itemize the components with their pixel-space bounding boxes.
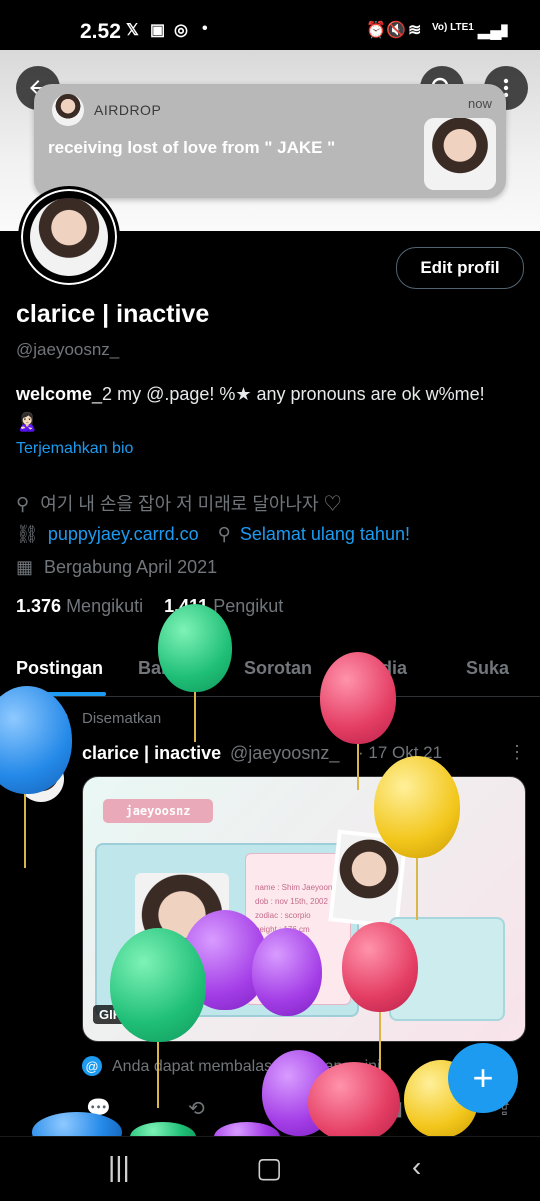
balloon-string	[357, 744, 359, 790]
post-author-handle[interactable]: @jaeyoosnz_	[230, 743, 339, 764]
website-row: ⛓ puppyjaey.carrd.co ⚲ Selamat ulang tah…	[16, 524, 410, 545]
recent-apps-button[interactable]: |||	[108, 1151, 130, 1183]
balloon-string	[379, 1012, 381, 1076]
birthday-link[interactable]: Selamat ulang tahun!	[240, 524, 410, 544]
avatar-image	[30, 198, 108, 276]
notification-app: AIRDROP	[94, 102, 162, 118]
wifi-icon: ≋	[408, 22, 422, 39]
balloon-string	[194, 692, 196, 742]
balloon-red-2	[342, 922, 418, 1012]
website-link[interactable]: puppyjaey.carrd.co	[48, 524, 199, 544]
following-count: 1.376	[16, 596, 62, 616]
notification-message: receiving lost of love from " JAKE "	[48, 138, 336, 157]
signal-icon: ▂▄	[478, 22, 502, 39]
joined-row: ▦ Bergabung April 2021	[16, 557, 217, 578]
following-label: Mengikuti	[66, 596, 144, 616]
balloon-purple-2	[252, 928, 322, 1016]
card-title: jaeyoosnz	[103, 799, 213, 823]
notification-time: now	[468, 96, 492, 111]
tab-sorotan[interactable]: Sorotan	[244, 658, 312, 679]
dot-icon: •	[202, 20, 208, 37]
news-icon: ▣	[150, 22, 166, 39]
balloon-yellow	[374, 756, 460, 858]
card-zodiac: zodiac : scorpio	[255, 911, 311, 920]
compose-button[interactable]: +	[448, 1043, 518, 1113]
birthday-icon: ⚲	[217, 524, 231, 544]
volte-label: Vo) LTE1	[432, 22, 474, 33]
link-icon: ⛓	[16, 524, 39, 544]
alarm-icon: ⏰	[366, 22, 386, 39]
profile-tabs: Postingan Balasan Sorotan Media Suka	[0, 650, 540, 697]
follow-stats: 1.376 Mengikuti 1.411 Pengikut	[16, 596, 283, 617]
location-row: ⚲ 여기 내 손을 잡아 저 미래로 달아나자 ♡	[16, 490, 342, 516]
notification-thumbnail	[424, 118, 496, 190]
username: @jaeyoosnz_	[16, 340, 120, 359]
balloon-string	[24, 794, 26, 868]
status-bar: 2.52 𝕏 ▣ ◎ • ⏰ 🔇 ≋ Vo) LTE1 ▂▄ ▮	[0, 0, 540, 50]
balloon-green	[158, 604, 232, 692]
mute-icon: 🔇	[386, 22, 406, 39]
card-name: name : Shim Jaeyoon	[255, 883, 333, 892]
notification-avatar	[52, 94, 84, 126]
post-more-icon[interactable]: ⋮	[508, 742, 526, 763]
mention-icon: @	[82, 1056, 102, 1076]
translate-bio-link[interactable]: Terjemahkan bio	[16, 440, 133, 458]
pinned-label: Disematkan	[82, 710, 162, 727]
edit-profile-button[interactable]: Edit profil	[396, 247, 524, 289]
home-button[interactable]: ▢	[256, 1151, 282, 1184]
location-text: 여기 내 손을 잡아 저 미래로 달아나자 ♡	[40, 494, 342, 514]
system-nav-bar: ||| ▢ ‹	[0, 1136, 540, 1201]
airdrop-notification[interactable]: AIRDROP now receiving lost of love from …	[34, 84, 506, 198]
bio-bold: welcome	[16, 384, 93, 404]
tab-suka[interactable]: Suka	[466, 658, 509, 679]
battery-icon: ▮	[500, 22, 509, 39]
followers-label: Pengikut	[213, 596, 284, 616]
x-icon: 𝕏	[126, 22, 139, 39]
card-dob: dob : nov 15th, 2002	[255, 897, 328, 906]
balloon-red	[320, 652, 396, 744]
bio-emoji: 🙎🏻‍♀️	[16, 412, 39, 432]
post-author-name[interactable]: clarice | inactive	[82, 743, 221, 764]
following-link[interactable]: 1.376 Mengikuti	[16, 596, 143, 616]
instagram-icon: ◎	[174, 22, 188, 39]
plus-icon: +	[472, 1057, 494, 1098]
balloon-red-3	[308, 1062, 400, 1142]
profile-avatar[interactable]	[18, 186, 120, 288]
tab-postingan[interactable]: Postingan	[16, 658, 103, 679]
balloon-string	[416, 858, 418, 920]
location-icon: ⚲	[16, 494, 30, 514]
balloon-green-2	[110, 928, 206, 1042]
display-name: clarice | inactive	[16, 300, 210, 328]
repost-icon[interactable]: ⟲	[188, 1096, 205, 1121]
calendar-icon: ▦	[16, 557, 34, 577]
joined-text: Bergabung April 2021	[44, 557, 218, 577]
bio-text: _2 my @.page! %★ any pronouns are ok w%m…	[92, 384, 485, 404]
status-time: 2.52	[80, 20, 121, 43]
balloon-string	[157, 1042, 159, 1108]
back-nav-button[interactable]: ‹	[412, 1151, 421, 1183]
bio: welcome_2 my @.page! %★ any pronouns are…	[16, 380, 526, 436]
